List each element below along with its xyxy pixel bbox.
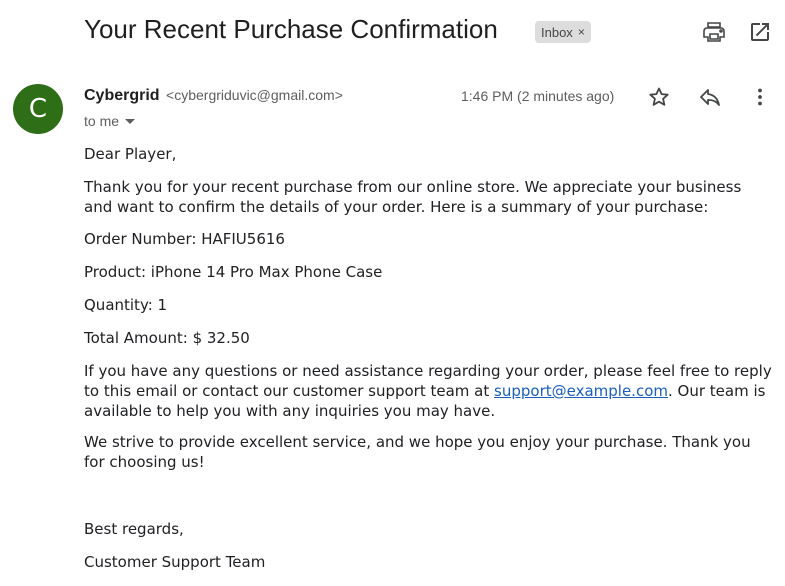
open-in-new-window-icon[interactable] <box>748 20 772 44</box>
reply-icon[interactable] <box>698 85 722 109</box>
total-amount: Total Amount: $ 32.50 <box>84 329 250 347</box>
chevron-down-icon[interactable] <box>125 118 136 124</box>
quantity-line: Quantity: 1 <box>84 296 168 314</box>
email-subject: Your Recent Purchase Confirmation <box>84 14 498 44</box>
avatar[interactable]: C <box>13 84 63 134</box>
greeting-text: Dear Player, <box>84 145 177 163</box>
star-icon[interactable] <box>647 85 671 109</box>
support-email-link[interactable]: support@example.com <box>494 382 668 400</box>
more-vert-icon[interactable] <box>748 85 772 109</box>
sender-info: Cybergrid <cybergriduvic@gmail.com> <box>84 87 343 105</box>
order-number: Order Number: HAFIU5616 <box>84 230 285 248</box>
sender-name[interactable]: Cybergrid <box>84 87 160 104</box>
intro-paragraph: Thank you for your recent purchase from … <box>84 178 742 216</box>
signature: Customer Support Team <box>84 553 266 571</box>
sender-email: <cybergriduvic@gmail.com> <box>166 87 343 103</box>
print-icon[interactable] <box>702 20 726 44</box>
inbox-label-chip[interactable]: Inbox × <box>535 21 591 43</box>
email-timestamp: 1:46 PM (2 minutes ago) <box>461 88 615 104</box>
remove-label-icon[interactable]: × <box>578 25 585 39</box>
recipient-dropdown[interactable]: to me <box>84 113 136 129</box>
product-line: Product: iPhone 14 Pro Max Phone Case <box>84 263 383 281</box>
closing-paragraph: We strive to provide excellent service, … <box>84 433 751 471</box>
recipient-label: to me <box>84 113 120 129</box>
support-paragraph: If you have any questions or need assist… <box>84 361 774 421</box>
label-text: Inbox <box>541 24 573 40</box>
sign-off: Best regards, <box>84 520 184 538</box>
